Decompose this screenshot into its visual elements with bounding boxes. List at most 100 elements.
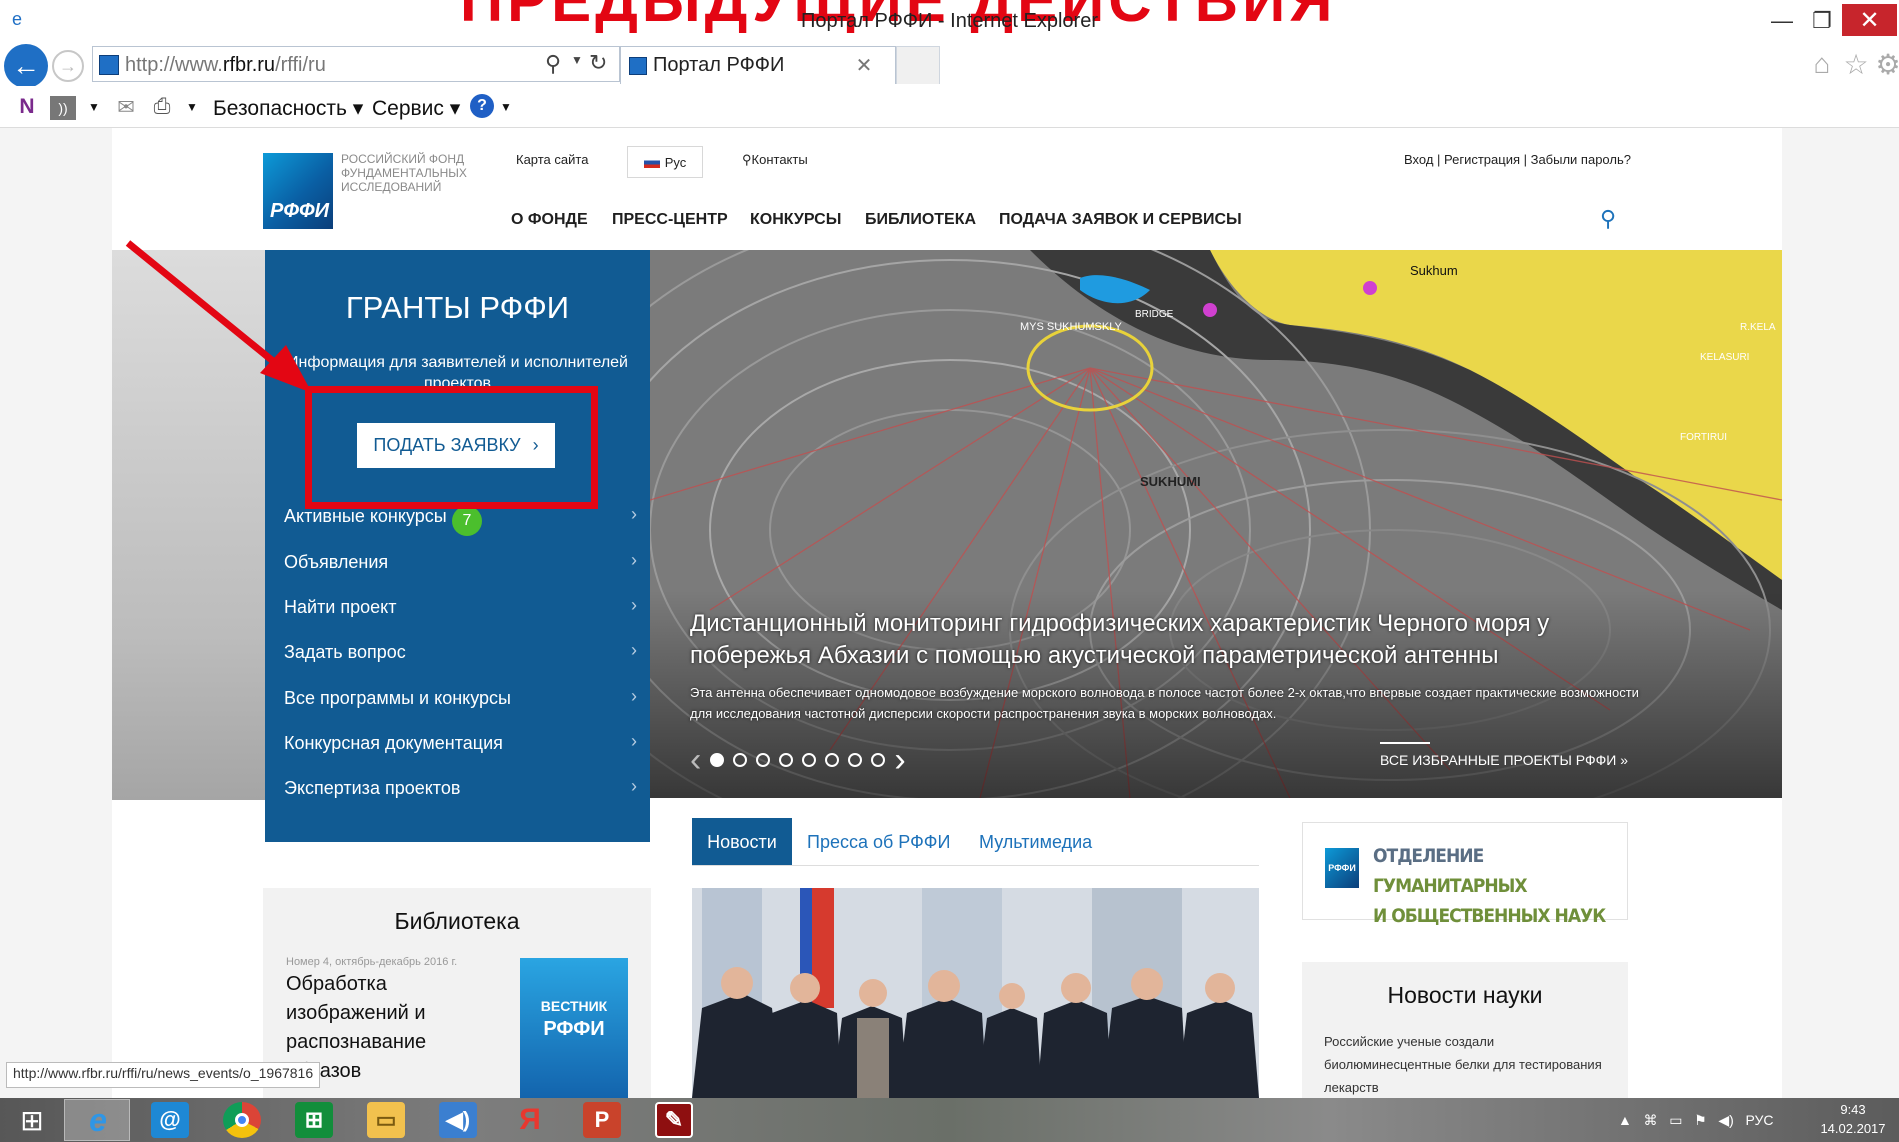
russia-flag-icon xyxy=(643,156,660,168)
slider-dot[interactable] xyxy=(733,753,748,767)
sidebar-item-label: Все программы и конкурсы xyxy=(284,688,511,708)
department-banner[interactable]: РФФИ ОТДЕЛЕНИЕ ГУМАНИТАРНЫХ И ОБЩЕСТВЕННЫ… xyxy=(1302,822,1628,927)
url-path: /rffi/ru xyxy=(275,54,326,76)
settings-gear-icon[interactable]: ⚙ xyxy=(1872,48,1899,80)
nav-press[interactable]: ПРЕСС-ЦЕНТР xyxy=(612,211,728,229)
slider-dot[interactable] xyxy=(710,753,725,767)
slider-dot[interactable] xyxy=(871,753,886,767)
nav-applications[interactable]: ПОДАЧА ЗАЯВОК И СЕРВИСЫ xyxy=(999,211,1242,229)
yandex-icon: Я xyxy=(519,1103,541,1136)
forward-button[interactable]: → xyxy=(52,50,84,82)
rss-feed-icon[interactable]: )) xyxy=(50,96,76,120)
nav-about[interactable]: О ФОНДЕ xyxy=(511,211,588,229)
sidebar-item-all-programs[interactable]: Все программы и конкурсы › xyxy=(284,686,649,714)
sidebar-item-contest-docs[interactable]: Конкурсная документация › xyxy=(284,731,649,759)
address-bar[interactable]: http://www.rfbr.ru/rffi/ru ⚲ ▼ ↻ xyxy=(92,46,620,82)
map-label: R.KELA xyxy=(1740,322,1776,333)
nav-library[interactable]: БИБЛИОТЕКА xyxy=(865,211,976,229)
clock[interactable]: 9:43 14.02.2017 xyxy=(1810,1100,1896,1138)
sidebar-item-find-project[interactable]: Найти проект › xyxy=(284,595,649,623)
slider-dot[interactable] xyxy=(802,753,817,767)
home-icon[interactable]: ⌂ xyxy=(1806,48,1838,80)
map-label: FORTIRUI xyxy=(1680,432,1727,443)
nav-contests[interactable]: КОНКУРСЫ xyxy=(750,211,841,229)
science-news-link[interactable]: Российские ученые создали биолюминесцент… xyxy=(1324,1030,1604,1098)
taskbar-mail[interactable]: @ xyxy=(136,1098,204,1142)
menu-security[interactable]: Безопасность ▾ xyxy=(213,96,363,126)
print-icon[interactable]: ⎙ xyxy=(148,92,176,122)
tray-expand-icon[interactable]: ▲ xyxy=(1618,1112,1632,1128)
all-projects-link[interactable]: ВСЕ ИЗБРАННЫЕ ПРОЕКТЫ РФФИ » xyxy=(1380,752,1628,768)
sitemap-link[interactable]: Карта сайта xyxy=(516,152,588,167)
slider-next-icon[interactable]: › xyxy=(894,743,905,777)
taskbar-acrobat[interactable]: ✎ xyxy=(640,1098,708,1142)
tab-news[interactable]: Новости xyxy=(692,818,792,866)
back-button[interactable]: ← xyxy=(4,44,48,88)
divider xyxy=(1380,742,1430,744)
chrome-icon xyxy=(223,1102,261,1138)
monitor-icon[interactable]: ▭ xyxy=(1669,1112,1682,1128)
language-selector[interactable]: Рус xyxy=(627,146,703,178)
print-dropdown-icon[interactable]: ▼ xyxy=(184,92,200,122)
rffi-logo-text: РФФИ xyxy=(270,200,329,222)
windows-start-icon[interactable]: ⊞ xyxy=(6,1100,58,1140)
minimize-button[interactable]: — xyxy=(1760,6,1804,36)
contacts-link[interactable]: ⚲Контакты xyxy=(742,152,808,168)
slider-dot[interactable] xyxy=(779,753,794,767)
tab-multimedia[interactable]: Мультимедиа xyxy=(979,832,1092,853)
taskbar-store[interactable]: ⊞ xyxy=(280,1098,348,1142)
sidebar-item-expertise[interactable]: Экспертиза проектов › xyxy=(284,776,649,804)
sidebar-item-ask-question[interactable]: Задать вопрос › xyxy=(284,640,649,668)
flag-icon[interactable]: ⚑ xyxy=(1694,1112,1707,1128)
maximize-button[interactable]: ❐ xyxy=(1800,6,1844,36)
mail-icon[interactable]: ✉ xyxy=(112,92,140,122)
slider-prev-icon[interactable]: ‹ xyxy=(690,743,701,777)
taskbar-yandex[interactable]: Я xyxy=(496,1098,564,1142)
menu-service[interactable]: Сервис ▾ xyxy=(372,96,460,126)
annotation-arrow xyxy=(125,240,312,393)
sidebar-item-label: Задать вопрос xyxy=(284,642,406,662)
tab-close-icon[interactable]: ✕ xyxy=(849,50,879,80)
location-pin-icon: ⚲ xyxy=(742,152,752,167)
refresh-icon[interactable]: ↻ xyxy=(589,50,607,76)
dropdown-arrow-icon[interactable]: ▼ xyxy=(571,53,583,67)
search-icon[interactable]: ⚲ xyxy=(545,51,561,77)
chrome-center xyxy=(235,1113,249,1127)
mail-agent-icon: @ xyxy=(151,1102,189,1138)
close-window-button[interactable]: ✕ xyxy=(1842,4,1897,36)
volume-icon[interactable]: ◀) xyxy=(1718,1112,1733,1128)
taskbar-chrome[interactable] xyxy=(208,1098,276,1142)
taskbar-powerpoint[interactable]: P xyxy=(568,1098,636,1142)
site-search-icon[interactable]: ⚲ xyxy=(1600,206,1616,232)
chevron-right-icon: › xyxy=(631,731,637,751)
slider-dot[interactable] xyxy=(825,753,840,767)
page-scrollbar[interactable] xyxy=(1884,128,1899,1098)
address-url[interactable]: http://www.rfbr.ru/rffi/ru xyxy=(125,54,326,77)
new-tab-button[interactable] xyxy=(896,46,940,84)
news-photo[interactable] xyxy=(692,888,1259,1098)
help-dropdown-icon[interactable]: ▼ xyxy=(498,92,514,122)
site-favicon-icon xyxy=(99,55,119,75)
favorites-star-icon[interactable]: ☆ xyxy=(1840,48,1872,80)
map-label: KELASURI xyxy=(1700,352,1749,363)
powerpoint-icon: P xyxy=(583,1102,621,1138)
chevron-right-icon: › xyxy=(631,550,637,570)
journal-cover[interactable]: ВЕСТНИК РФФИ xyxy=(520,958,628,1098)
page-left-margin xyxy=(0,128,112,1142)
auth-links[interactable]: Вход | Регистрация | Забыли пароль? xyxy=(1404,152,1631,167)
taskbar-explorer[interactable]: ▭ xyxy=(352,1098,420,1142)
slide-title[interactable]: Дистанционный мониторинг гидрофизических… xyxy=(690,608,1610,672)
rss-dropdown-icon[interactable]: ▼ xyxy=(86,92,102,122)
input-language[interactable]: РУС xyxy=(1745,1112,1773,1128)
taskbar-ie[interactable]: e xyxy=(64,1098,132,1142)
browser-tab[interactable]: Портал РФФИ ✕ xyxy=(620,46,896,84)
network-icon[interactable]: ⌘ xyxy=(1644,1112,1658,1128)
slider-dot[interactable] xyxy=(756,753,771,767)
taskbar-media[interactable]: ◀) xyxy=(424,1098,492,1142)
onenote-icon[interactable]: N xyxy=(14,92,40,122)
url-prefix: http://www. xyxy=(125,54,223,76)
slider-dot[interactable] xyxy=(848,753,863,767)
tab-press[interactable]: Пресса об РФФИ xyxy=(807,832,950,853)
help-icon[interactable]: ? xyxy=(470,94,494,118)
sidebar-item-announcements[interactable]: Объявления › xyxy=(284,550,649,578)
